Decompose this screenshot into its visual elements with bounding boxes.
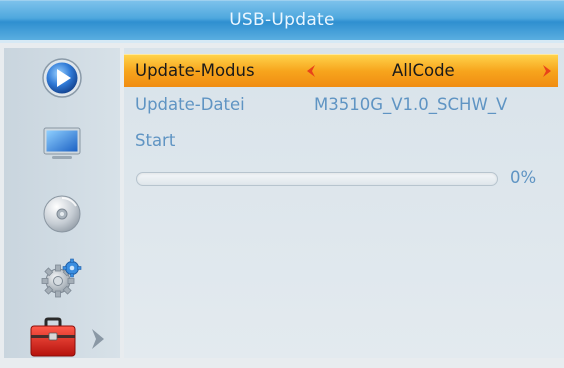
page-title: USB-Update: [229, 10, 335, 30]
title-divider: [0, 40, 564, 43]
tv-icon: [43, 127, 81, 159]
sidebar-item-tools[interactable]: [4, 308, 120, 368]
chevron-left-icon[interactable]: [304, 63, 318, 79]
sidebar-item-settings[interactable]: [4, 244, 120, 304]
disc-icon: [43, 195, 81, 233]
gear-icon: [41, 258, 82, 298]
start-row[interactable]: Start: [124, 125, 558, 157]
update-file-row[interactable]: Update-Datei M3510G_V1.0_SCHW_V: [124, 89, 558, 121]
sidebar: [4, 48, 120, 358]
sidebar-item-picture[interactable]: [4, 116, 120, 176]
main-panel: Update-Modus AllCode Update-Datei M3510G…: [124, 48, 564, 358]
chevron-right-icon[interactable]: [540, 63, 554, 79]
play-icon: [42, 58, 82, 98]
progress-percent: 0%: [510, 168, 537, 187]
progress-bar: [136, 172, 498, 186]
chevron-right-icon: [92, 329, 104, 349]
sidebar-item-disc[interactable]: [4, 184, 120, 244]
toolbox-icon: [30, 317, 76, 357]
update-mode-value: AllCode: [392, 61, 455, 80]
update-mode-row[interactable]: Update-Modus AllCode: [124, 54, 558, 87]
update-file-value: M3510G_V1.0_SCHW_V: [314, 95, 508, 114]
update-file-label: Update-Datei: [135, 95, 245, 114]
sidebar-item-media-player[interactable]: [4, 48, 120, 108]
update-mode-label: Update-Modus: [135, 61, 255, 80]
start-button[interactable]: Start: [135, 125, 175, 157]
